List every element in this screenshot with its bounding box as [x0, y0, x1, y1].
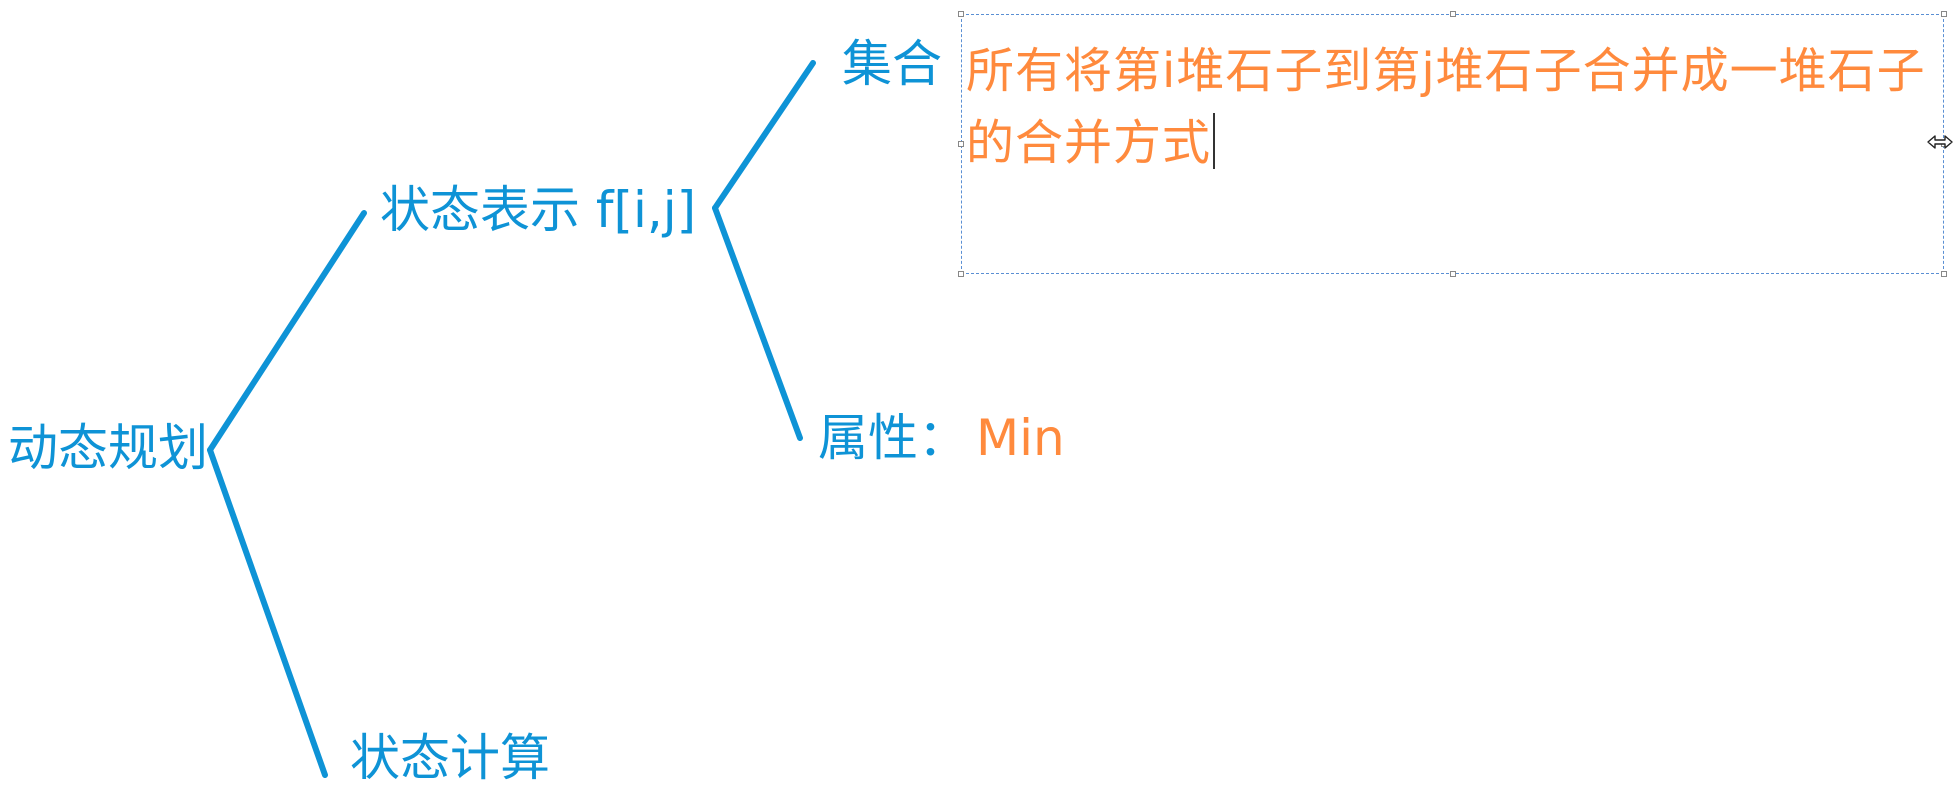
- node-attribute[interactable]: 属性： Min: [818, 408, 1065, 468]
- branch-state-rep-to-set: [712, 60, 816, 211]
- branch-root-to-state-calc: [207, 447, 328, 778]
- resize-handle-middle-left[interactable]: [958, 141, 964, 147]
- node-state-representation[interactable]: 状态表示 f[i,j]: [380, 180, 696, 240]
- set-description-textbox[interactable]: 所有将第i堆石子到第j堆石子合并成一堆石子的合并方式: [958, 11, 1947, 277]
- resize-handle-bottom-center[interactable]: [1450, 271, 1456, 277]
- resize-handle-top-right[interactable]: [1941, 11, 1947, 17]
- text-caret: [1213, 113, 1216, 169]
- attribute-label: 属性：: [818, 409, 968, 467]
- resize-handle-bottom-right[interactable]: [1941, 271, 1947, 277]
- resize-horizontal-icon: [1927, 135, 1953, 149]
- resize-handle-top-left[interactable]: [958, 11, 964, 17]
- node-state-calculation[interactable]: 状态计算: [350, 728, 550, 788]
- mind-map-canvas: 动态规划 状态表示 f[i,j] 状态计算 集合 属性： Min 所有将第i堆石子…: [0, 0, 1957, 812]
- resize-handle-bottom-left[interactable]: [958, 271, 964, 277]
- set-description-text[interactable]: 所有将第i堆石子到第j堆石子合并成一堆石子的合并方式: [966, 35, 1946, 179]
- node-set[interactable]: 集合: [842, 34, 942, 94]
- attribute-value: Min: [976, 409, 1065, 467]
- set-description-content: 所有将第i堆石子到第j堆石子合并成一堆石子的合并方式: [966, 43, 1926, 171]
- node-root[interactable]: 动态规划: [8, 418, 208, 478]
- branch-state-rep-to-attr: [712, 205, 803, 441]
- branch-root-to-state-rep: [207, 210, 367, 453]
- resize-handle-top-center[interactable]: [1450, 11, 1456, 17]
